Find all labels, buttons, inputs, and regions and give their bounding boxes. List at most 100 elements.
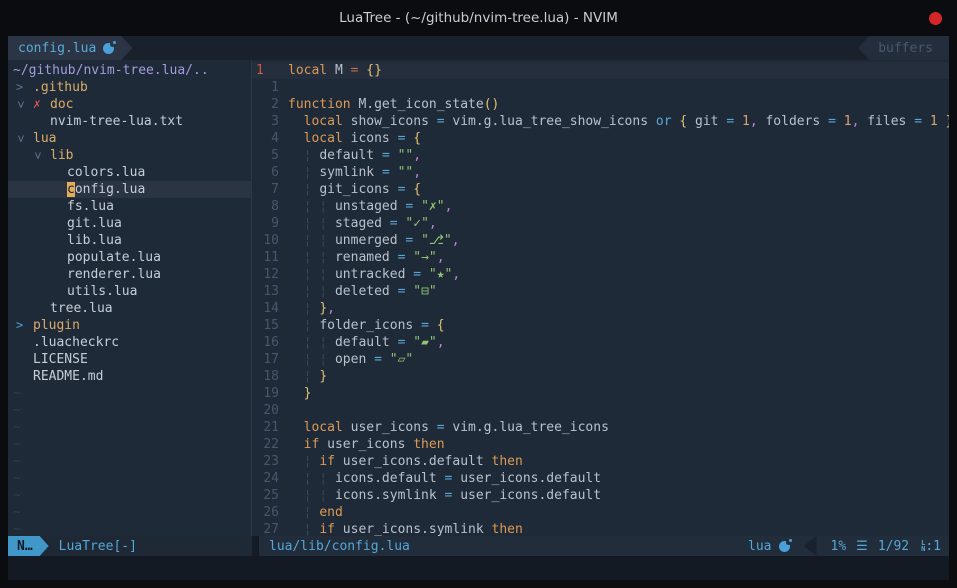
relative-line-number: 17	[252, 351, 279, 368]
code-line[interactable]: 17 ¦ ¦ open = "▱"	[252, 351, 949, 368]
relative-line-number: 2	[252, 96, 279, 113]
code-line[interactable]: 16 ¦ ¦ default = "▰",	[252, 334, 949, 351]
tab-buffers[interactable]: buffers	[858, 36, 949, 60]
column-number: :1	[925, 539, 941, 554]
relative-line-number: 11	[252, 249, 279, 266]
chevron-down-icon[interactable]: >	[29, 152, 46, 161]
relative-line-number: 8	[252, 198, 279, 215]
tree-root-path[interactable]: ~/github/nvim-tree.lua/..	[8, 62, 251, 79]
code-line[interactable]: 4 local icons = {	[252, 130, 949, 147]
code-line[interactable]: 21 local user_icons = vim.g.lua_tree_ico…	[252, 419, 949, 436]
tabline-spacer	[132, 36, 858, 60]
relative-line-number: 13	[252, 283, 279, 300]
nvim-window: config.lua buffers ~/github/nvim-tree.lu…	[8, 36, 949, 580]
code-line[interactable]: 9 ¦ ¦ staged = "✓",	[252, 215, 949, 232]
code-line[interactable]: 18 ¦ }	[252, 368, 949, 385]
relative-line-number: 5	[252, 147, 279, 164]
tree-item-config-lua[interactable]: config.lua	[8, 181, 251, 198]
tree-item-fs-lua[interactable]: fs.lua	[8, 198, 251, 215]
tree-item--github[interactable]: >.github	[8, 79, 251, 96]
relative-line-number: 3	[252, 113, 279, 130]
relative-line-number: 15	[252, 317, 279, 334]
file-name: README.md	[33, 368, 103, 385]
filetype-indicator: lua	[748, 539, 789, 554]
code-line[interactable]: 2function M.get_icon_state()	[252, 96, 949, 113]
code-line[interactable]: 22 if user_icons then	[252, 436, 949, 453]
relative-line-number: 27	[252, 521, 279, 536]
tree-item--luacheckrc[interactable]: .luacheckrc	[8, 334, 251, 351]
folder-name: lua	[33, 130, 56, 147]
statusline-file-segment: lua/lib/config.lua lua 1% ☰ 1/92 L N :1	[259, 536, 949, 556]
file-name: .luacheckrc	[33, 334, 119, 351]
statusline-divider	[252, 536, 259, 556]
cursor-position: 1/92	[878, 539, 909, 554]
scroll-percent: 1%	[831, 539, 847, 554]
relative-line-number: 18	[252, 368, 279, 385]
relative-line-number: 23	[252, 453, 279, 470]
code-line[interactable]: 12 ¦ ¦ untracked = "★",	[252, 266, 949, 283]
chevron-down-icon[interactable]: >	[12, 135, 29, 144]
tree-item-doc[interactable]: > ✗ doc	[8, 96, 251, 113]
tree-item-tree-lua[interactable]: tree.lua	[8, 300, 251, 317]
tree-item-git-lua[interactable]: git.lua	[8, 215, 251, 232]
code-editor[interactable]: 1local M = {}12function M.get_icon_state…	[252, 60, 949, 536]
code-line[interactable]: 27 ¦ if user_icons.symlink then	[252, 521, 949, 536]
close-button[interactable]	[929, 12, 942, 25]
code-line[interactable]: 3 local show_icons = vim.g.lua_tree_show…	[252, 113, 949, 130]
empty-line-tilde: ~	[8, 419, 251, 436]
chevron-down-icon[interactable]: >	[12, 101, 29, 110]
code-line[interactable]: 10 ¦ ¦ unmerged = "⎇",	[252, 232, 949, 249]
code-line[interactable]: 19 }	[252, 385, 949, 402]
tree-item-populate-lua[interactable]: populate.lua	[8, 249, 251, 266]
tree-item-lib[interactable]: >lib	[8, 147, 251, 164]
relative-line-number: 9	[252, 215, 279, 232]
git-unstaged-icon: ✗	[33, 96, 42, 113]
command-line[interactable]	[8, 556, 949, 580]
code-line[interactable]: 26 ¦ end	[252, 504, 949, 521]
code-line[interactable]: 8 ¦ ¦ unstaged = "✗",	[252, 198, 949, 215]
chevron-right-icon[interactable]: >	[16, 317, 25, 334]
code-line[interactable]: 15 ¦ folder_icons = {	[252, 317, 949, 334]
relative-line-number: 14	[252, 300, 279, 317]
tree-item-nvim-tree-lua-txt[interactable]: nvim-tree-lua.txt	[8, 113, 251, 130]
main-area: ~/github/nvim-tree.lua/.. >.github>✗docn…	[8, 60, 949, 536]
code-line[interactable]: 6 ¦ symlink = "",	[252, 164, 949, 181]
relative-line-number: 25	[252, 487, 279, 504]
tree-item-lua[interactable]: > lua	[8, 130, 251, 147]
tree-item-renderer-lua[interactable]: renderer.lua	[8, 266, 251, 283]
empty-line-tilde: ~	[8, 521, 251, 536]
code-line[interactable]: 14 ¦ },	[252, 300, 949, 317]
code-line[interactable]: 11 ¦ ¦ renamed = "→",	[252, 249, 949, 266]
tree-item-utils-lua[interactable]: utils.lua	[8, 283, 251, 300]
code-line[interactable]: 23 ¦ if user_icons.default then	[252, 453, 949, 470]
file-name: git.lua	[67, 215, 122, 232]
tab-config-lua[interactable]: config.lua	[8, 36, 132, 60]
tree-item-plugin[interactable]: >plugin	[8, 317, 251, 334]
file-tree-list: >.github>✗docnvim-tree-lua.txt>lua>libco…	[8, 79, 251, 385]
tree-item-readme-md[interactable]: README.md	[8, 368, 251, 385]
chevron-right-icon[interactable]: >	[16, 79, 25, 96]
code-line[interactable]: 13 ¦ ¦ deleted = "⊟"	[252, 283, 949, 300]
code-line[interactable]: 5 ¦ default = "",	[252, 147, 949, 164]
statusline-tree-segment: N… LuaTree[-]	[8, 536, 252, 556]
code-line[interactable]: 1	[252, 79, 949, 96]
relative-line-number: 20	[252, 402, 279, 419]
relative-line-number: 21	[252, 419, 279, 436]
file-name: lib.lua	[67, 232, 122, 249]
code-line[interactable]: 24 ¦ ¦ icons.default = user_icons.defaul…	[252, 470, 949, 487]
relative-line-number: 16	[252, 334, 279, 351]
folder-name: doc	[50, 96, 73, 113]
tab-label: config.lua	[18, 41, 96, 56]
empty-line-tilde: ~	[8, 470, 251, 487]
file-name: tree.lua	[50, 300, 113, 317]
file-tree-pane[interactable]: ~/github/nvim-tree.lua/.. >.github>✗docn…	[8, 60, 251, 536]
code-line[interactable]: 25 ¦ ¦ icons.symlink = user_icons.defaul…	[252, 487, 949, 504]
tabline: config.lua buffers	[8, 36, 949, 60]
tree-filler: ~~~~~~~~~	[8, 385, 251, 536]
code-line[interactable]: 1local M = {}	[252, 62, 949, 79]
code-line[interactable]: 20	[252, 402, 949, 419]
tree-item-colors-lua[interactable]: colors.lua	[8, 164, 251, 181]
tree-item-lib-lua[interactable]: lib.lua	[8, 232, 251, 249]
tree-item-license[interactable]: LICENSE	[8, 351, 251, 368]
code-line[interactable]: 7 ¦ git_icons = {	[252, 181, 949, 198]
